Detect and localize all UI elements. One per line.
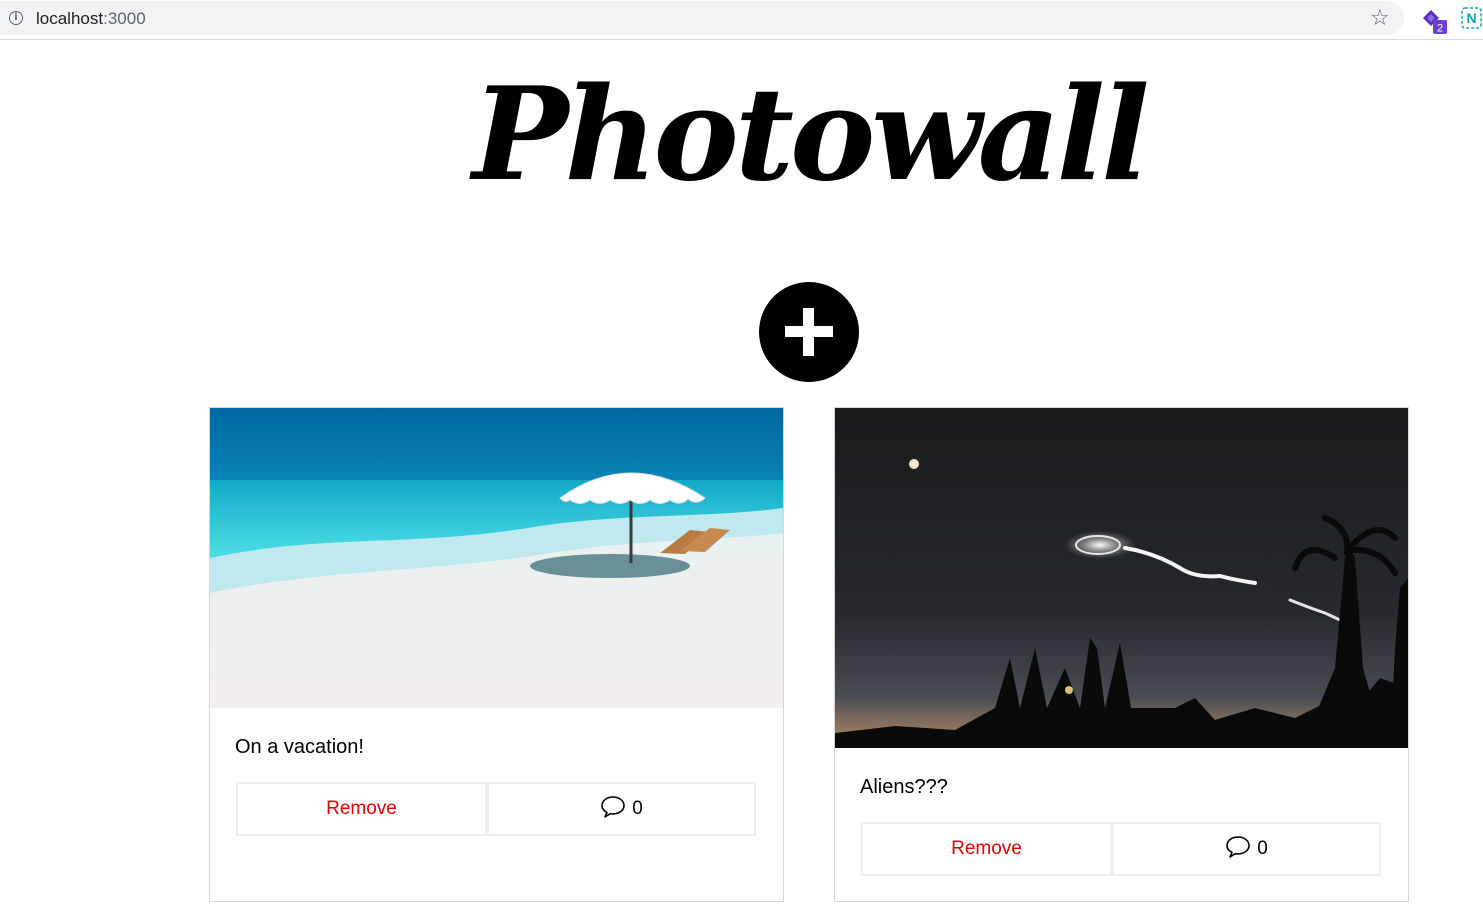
url-bar[interactable]: i localhost:3000 ☆: [0, 1, 1404, 35]
post-caption: Aliens???: [860, 776, 948, 798]
comments-button[interactable]: 0: [1112, 822, 1381, 876]
comment-count: 0: [1257, 838, 1268, 859]
url-host: localhost: [36, 9, 104, 28]
site-info-icon[interactable]: i: [9, 11, 23, 25]
comment-bubble-icon: [601, 796, 626, 818]
photo-card: On a vacation! Remove 0: [209, 407, 784, 902]
extension-n-icon[interactable]: N: [1460, 6, 1483, 30]
post-actions: Remove 0: [861, 822, 1381, 876]
url-text[interactable]: localhost:3000: [36, 9, 146, 29]
photo-card: Aliens??? Remove 0: [834, 407, 1409, 902]
extension-redux-icon[interactable]: 2: [1420, 6, 1450, 34]
post-actions: Remove 0: [236, 782, 756, 836]
extension-badge: 2: [1437, 23, 1443, 35]
extension-n-letter: N: [1466, 10, 1476, 26]
bookmark-star-icon[interactable]: ☆: [1370, 6, 1390, 31]
remove-button[interactable]: Remove: [236, 782, 487, 836]
remove-button[interactable]: Remove: [861, 822, 1112, 876]
comment-bubble-icon: [1226, 836, 1251, 858]
url-port: :3000: [103, 9, 146, 28]
beach-photo[interactable]: [210, 408, 783, 708]
plus-icon-vertical: [803, 308, 814, 356]
add-photo-button[interactable]: [759, 282, 859, 382]
comment-count: 0: [632, 798, 643, 819]
page-title[interactable]: Photowall: [0, 60, 1483, 210]
post-caption: On a vacation!: [235, 736, 364, 758]
night-sky-photo[interactable]: [835, 408, 1408, 748]
comments-button[interactable]: 0: [487, 782, 756, 836]
browser-address-bar: i localhost:3000 ☆ 2 N: [0, 0, 1483, 40]
